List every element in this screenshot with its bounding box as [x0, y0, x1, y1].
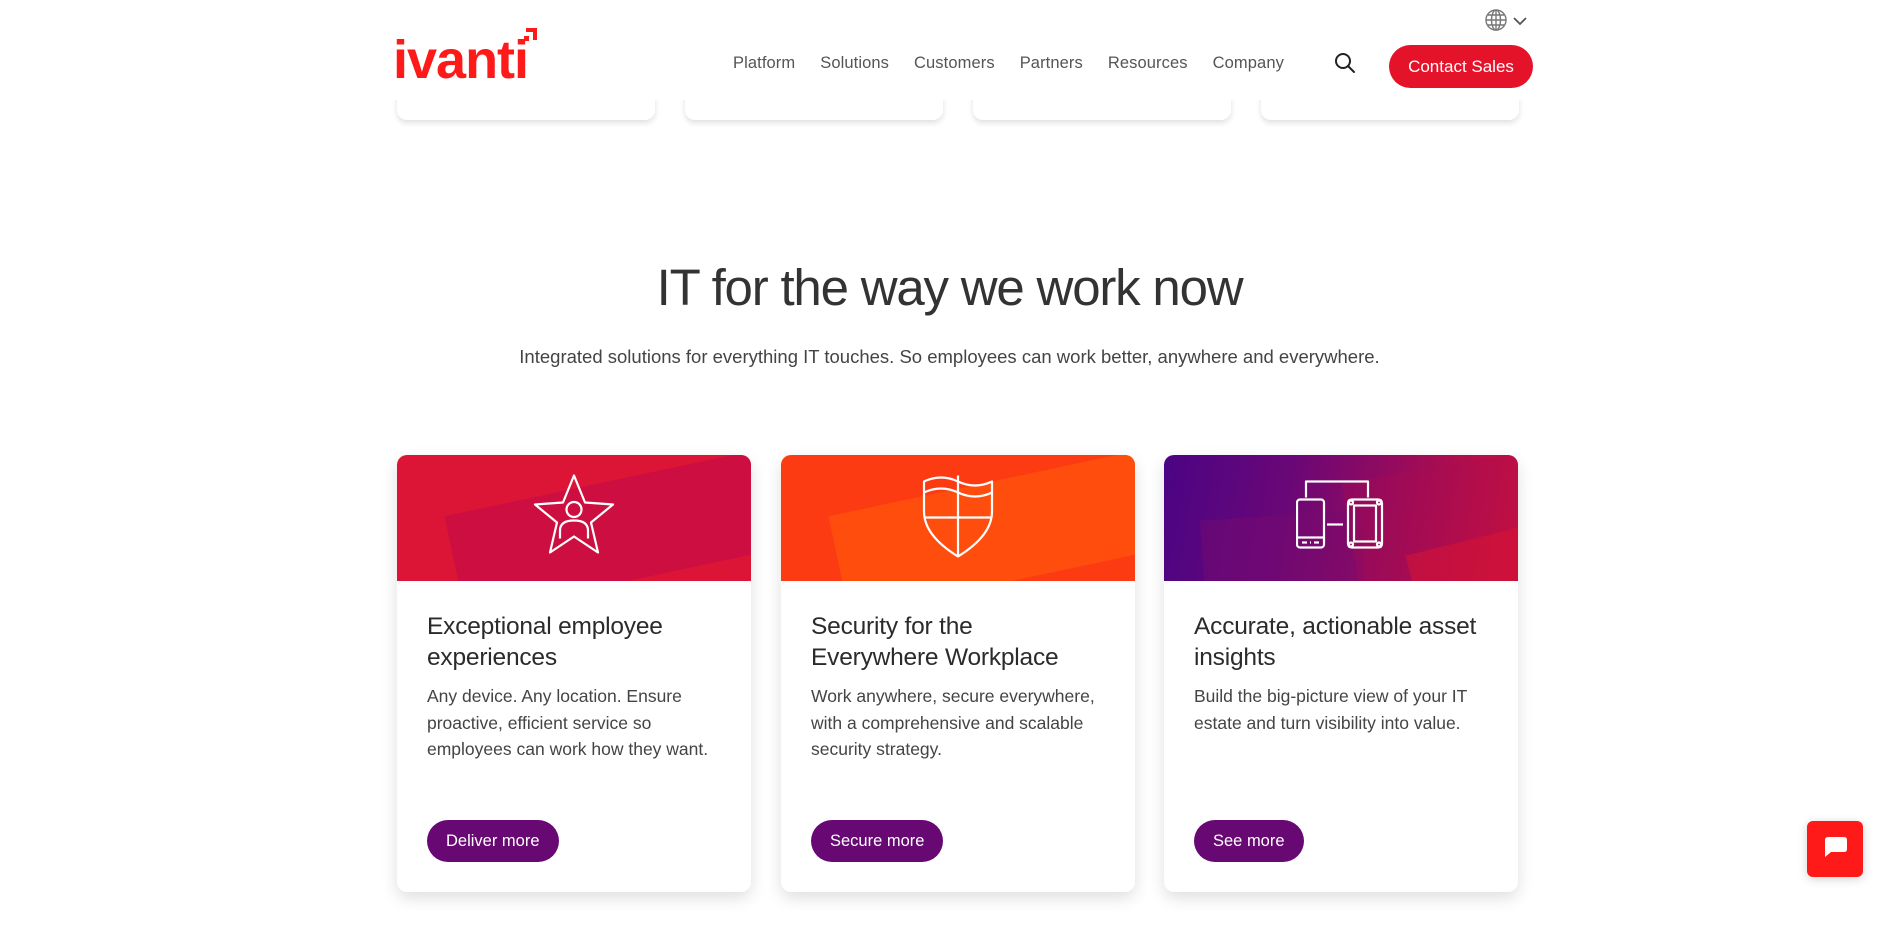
card-banner: [397, 455, 751, 581]
contact-sales-button[interactable]: Contact Sales: [1389, 45, 1533, 88]
nav-platform[interactable]: Platform: [733, 54, 795, 73]
deliver-more-button[interactable]: Deliver more: [427, 820, 559, 862]
card-banner: [781, 455, 1135, 581]
site-header: ivanti Platform Solutions Customers Part…: [0, 0, 1899, 100]
main-nav: Platform Solutions Customers Partners Re…: [733, 54, 1284, 73]
shield-icon: [920, 472, 996, 565]
card-description: Work anywhere, secure everywhere, with a…: [811, 686, 1095, 759]
card-title: Accurate, actionable asset insights: [1194, 613, 1477, 671]
language-selector[interactable]: [1484, 8, 1528, 37]
card-title: Exceptional employee experiences: [427, 613, 663, 671]
globe-icon: [1484, 8, 1508, 37]
section-title: IT for the way we work now: [656, 259, 1244, 316]
nav-solutions[interactable]: Solutions: [820, 54, 889, 73]
search-icon[interactable]: [1334, 52, 1356, 79]
see-more-button[interactable]: See more: [1194, 820, 1304, 862]
section-subtitle: Integrated solutions for everything IT t…: [519, 346, 1380, 367]
card-title: Security for the Everywhere Workplace: [811, 613, 1059, 671]
devices-icon: [1295, 480, 1386, 557]
svg-text:ivanti: ivanti: [393, 30, 528, 84]
card-description: Build the big-picture view of your IT es…: [1194, 686, 1468, 733]
feature-card-employee-experience: Exceptional employee experiences Any dev…: [397, 455, 751, 892]
card-banner: [1164, 455, 1518, 581]
chevron-down-icon: [1512, 14, 1528, 32]
nav-customers[interactable]: Customers: [914, 54, 995, 73]
card-description: Any device. Any location. Ensure proacti…: [427, 686, 709, 759]
ivanti-logo[interactable]: ivanti: [393, 24, 543, 84]
feature-card-asset-insights: Accurate, actionable asset insights Buil…: [1164, 455, 1518, 892]
chat-launcher-button[interactable]: [1807, 821, 1863, 877]
feature-card-security: Security for the Everywhere Workplace Wo…: [781, 455, 1135, 892]
nav-company[interactable]: Company: [1213, 54, 1284, 73]
chat-bubble-icon: [1822, 835, 1848, 864]
nav-partners[interactable]: Partners: [1020, 54, 1083, 73]
secure-more-button[interactable]: Secure more: [811, 820, 944, 862]
star-person-icon: [529, 473, 619, 564]
nav-resources[interactable]: Resources: [1108, 54, 1188, 73]
